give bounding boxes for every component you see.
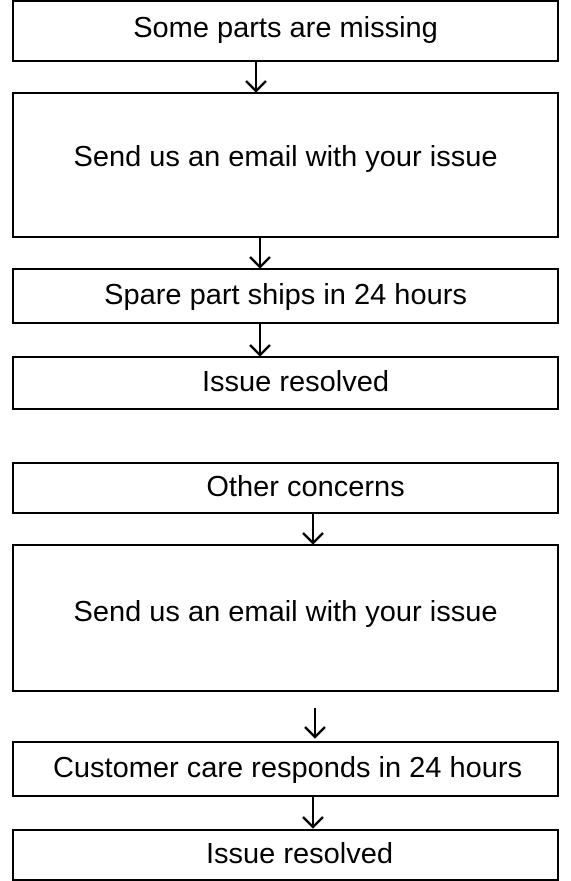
flow1-step-send-email: Send us an email with your issue [12,92,559,238]
flow1-step-missing-parts: Some parts are missing [12,0,559,62]
flow1-step-spare-part-ships: Spare part ships in 24 hours [12,268,559,324]
down-arrow-icon [301,797,325,829]
flow2-step-customer-care-responds-label: Customer care responds in 24 hours [52,752,523,785]
flow2-step-send-email-label: Send us an email with your issue [73,596,498,629]
flow1-step-send-email-label: Send us an email with your issue [73,141,498,174]
flow2-step-issue-resolved: Issue resolved [12,829,559,881]
down-arrow-icon [248,324,272,358]
down-arrow-icon [303,708,327,740]
flow1-step-issue-resolved: Issue resolved [12,356,559,410]
down-arrow-icon [301,514,325,545]
down-arrow-icon [248,238,272,269]
down-arrow-icon [244,62,268,93]
flow2-step-send-email: Send us an email with your issue [12,544,559,692]
flow1-step-spare-part-ships-label: Spare part ships in 24 hours [104,279,467,312]
flow1-step-missing-parts-label: Some parts are missing [133,12,438,45]
flow1-step-issue-resolved-label: Issue resolved [202,366,389,399]
flow2-step-other-concerns-label: Other concerns [206,471,405,504]
flow2-step-issue-resolved-label: Issue resolved [206,838,393,871]
flow2-step-customer-care-responds: Customer care responds in 24 hours [12,741,559,797]
flow2-step-other-concerns: Other concerns [12,462,559,514]
